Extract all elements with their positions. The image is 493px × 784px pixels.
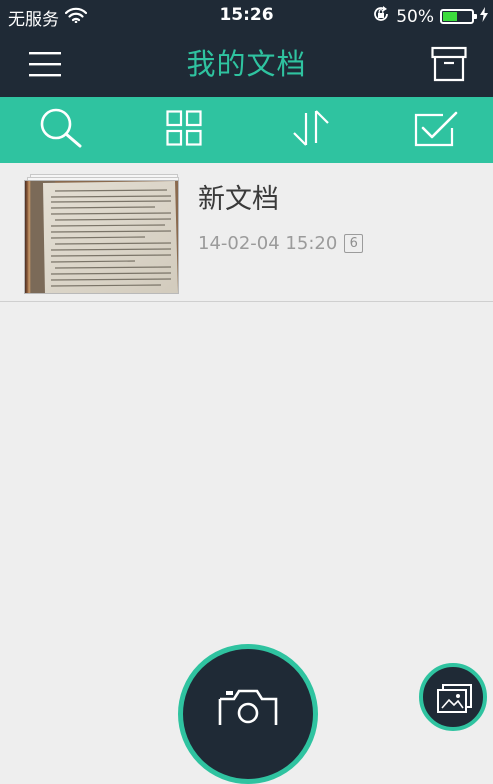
select-button[interactable] xyxy=(411,107,461,153)
camera-icon xyxy=(216,685,280,729)
select-checkbox-icon xyxy=(413,108,459,152)
status-right-group: 50% xyxy=(372,5,488,28)
document-meta: 14-02-04 15:20 6 xyxy=(198,233,364,254)
gallery-import-icon xyxy=(437,683,473,717)
archive-box-icon xyxy=(431,46,467,86)
list-item[interactable]: 新文档 14-02-04 15:20 6 xyxy=(0,163,493,302)
battery-percent: 50% xyxy=(396,6,434,27)
rotation-lock-icon xyxy=(372,5,390,28)
page-title: 我的文档 xyxy=(186,47,307,81)
battery-icon xyxy=(440,9,477,24)
charging-bolt-icon xyxy=(480,6,488,27)
battery-level-fill xyxy=(443,12,457,21)
search-icon xyxy=(38,107,84,153)
document-name: 新文档 xyxy=(198,184,279,215)
page-count-badge: 6 xyxy=(344,234,364,253)
sort-button[interactable] xyxy=(286,107,336,153)
camera-button[interactable] xyxy=(178,644,318,784)
document-list: 新文档 14-02-04 15:20 6 xyxy=(0,163,493,302)
grid-view-button[interactable] xyxy=(159,107,209,153)
status-bar: 无服务 15:26 50% xyxy=(0,0,493,32)
document-date: 14-02-04 15:20 xyxy=(198,233,338,254)
archive-button[interactable] xyxy=(427,44,471,88)
document-thumbnail xyxy=(24,174,180,294)
toolbar xyxy=(0,97,493,163)
grid-view-icon xyxy=(166,110,202,150)
gallery-import-button[interactable] xyxy=(419,663,487,731)
sort-icon xyxy=(291,108,331,152)
nav-bar: 我的文档 xyxy=(0,32,493,97)
document-thumbnail-image xyxy=(24,180,179,294)
search-button[interactable] xyxy=(36,107,86,153)
